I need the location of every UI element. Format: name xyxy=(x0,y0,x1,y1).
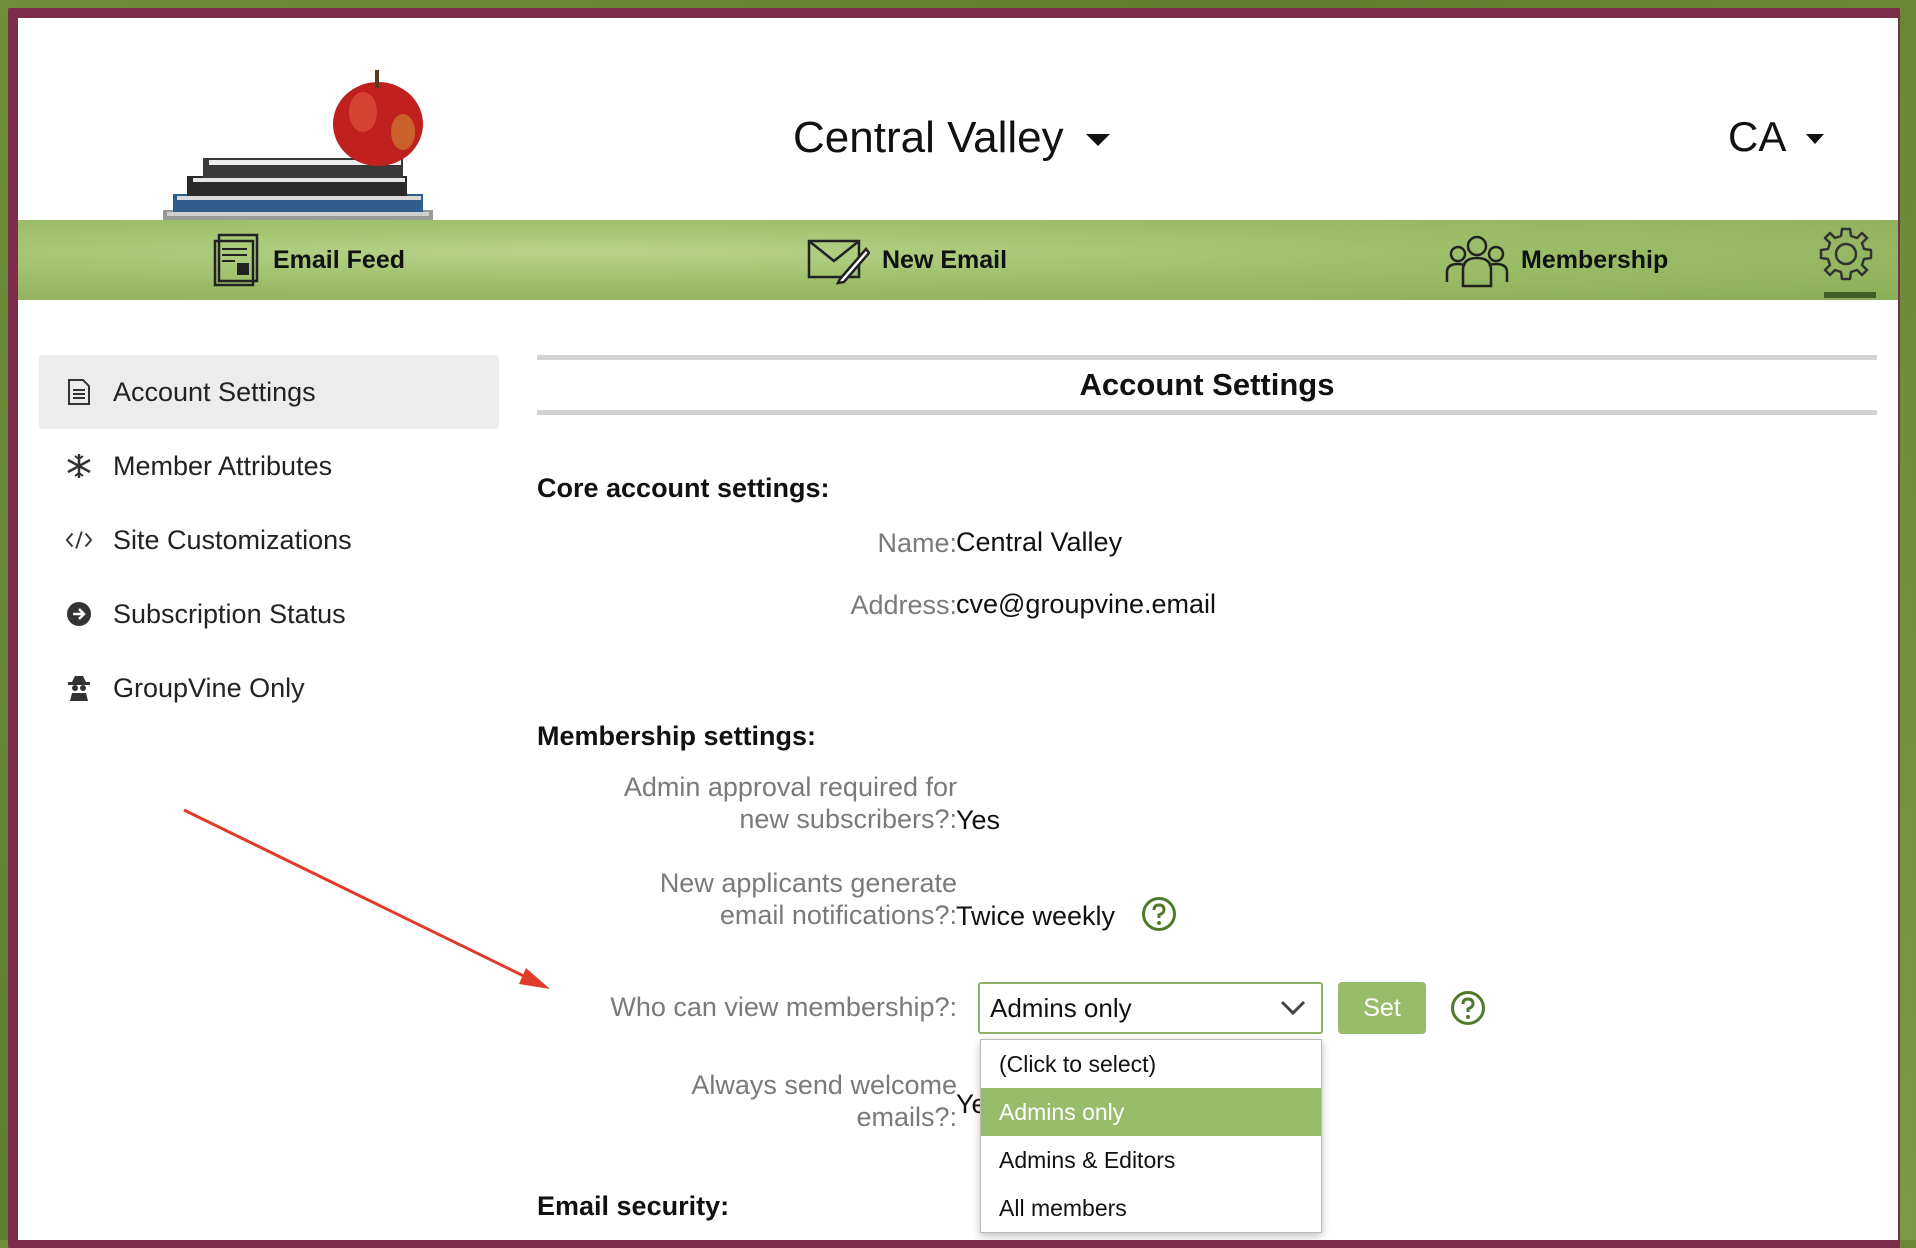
sidebar-item-label: Site Customizations xyxy=(113,524,352,555)
sidebar-item-label: GroupVine Only xyxy=(113,672,305,703)
sidebar-item-label: Subscription Status xyxy=(113,598,346,629)
user-initials: CA xyxy=(1728,113,1787,160)
welcome-label-line-1: Always send welcome xyxy=(691,1070,957,1100)
main-content: Account Settings Core account settings: … xyxy=(537,355,1877,1233)
envelope-pen-icon xyxy=(807,239,870,285)
approval-label: Admin approval required for new subscrib… xyxy=(624,771,957,835)
dropdown-option[interactable]: (Click to select) xyxy=(981,1040,1321,1088)
approval-value: Yes xyxy=(956,805,1001,835)
nav-label: New Email xyxy=(882,245,1008,274)
set-button[interactable]: Set xyxy=(1338,982,1426,1034)
view-membership-select[interactable]: Admins only xyxy=(978,982,1323,1034)
sidebar-item-member-attributes[interactable]: Member Attributes xyxy=(39,429,499,503)
sidebar-item-label: Account Settings xyxy=(113,376,316,407)
settings-button[interactable] xyxy=(1818,226,1874,300)
chevron-down-icon xyxy=(1806,134,1825,144)
name-value: Central Valley xyxy=(956,527,1123,557)
welcome-label: Always send welcome emails?: xyxy=(691,1069,957,1133)
nav-label: Email Feed xyxy=(273,245,405,274)
name-label: Name: xyxy=(877,528,957,558)
sidebar-item-label: Member Attributes xyxy=(113,450,333,481)
spy-icon xyxy=(65,674,93,702)
email-security-heading: Email security: xyxy=(537,1191,730,1221)
core-settings-heading: Core account settings: xyxy=(537,473,830,503)
page-title: Account Settings xyxy=(537,355,1877,415)
sidebar: Account Settings Member Attributes Site … xyxy=(39,355,499,725)
dropdown-option[interactable]: All members xyxy=(981,1184,1321,1232)
snowflake-icon xyxy=(65,452,93,480)
address-label: Address: xyxy=(850,590,957,620)
nav-new-email[interactable]: New Email xyxy=(806,230,1007,290)
email-feed-icon xyxy=(213,233,259,287)
dropdown-option[interactable]: Admins & Editors xyxy=(981,1136,1321,1184)
nav-email-feed[interactable]: Email Feed xyxy=(213,230,405,290)
gear-icon xyxy=(1819,227,1873,281)
document-icon xyxy=(65,378,93,406)
select-value: Admins only xyxy=(990,992,1132,1023)
main-navbar: Email Feed New Email Membership xyxy=(18,220,1898,300)
nav-membership[interactable]: Membership xyxy=(1445,230,1668,290)
approval-label-line-1: Admin approval required for xyxy=(623,772,957,802)
code-icon xyxy=(65,526,93,554)
membership-settings-heading: Membership settings: xyxy=(537,721,817,751)
active-tab-indicator xyxy=(1824,292,1876,298)
sidebar-item-site-customizations[interactable]: Site Customizations xyxy=(39,503,499,577)
sidebar-item-account-settings[interactable]: Account Settings xyxy=(39,355,499,429)
page-title-text: Account Settings xyxy=(1079,367,1335,402)
logo-books-apple xyxy=(163,70,433,230)
sidebar-item-groupvine-only[interactable]: GroupVine Only xyxy=(39,651,499,725)
nav-label: Membership xyxy=(1521,245,1669,274)
help-icon[interactable] xyxy=(1450,990,1486,1026)
notify-label-line-1: New applicants generate xyxy=(659,868,957,898)
address-value: cve@groupvine.email xyxy=(956,589,1217,619)
view-membership-dropdown: (Click to select) Admins only Admins & E… xyxy=(980,1039,1322,1233)
notify-label: New applicants generate email notificati… xyxy=(660,867,957,931)
chevron-down-icon xyxy=(1280,1000,1306,1016)
notify-label-line-2: email notifications?: xyxy=(719,900,957,930)
dropdown-option-selected[interactable]: Admins only xyxy=(981,1088,1321,1136)
site-name: Central Valley xyxy=(793,113,1064,162)
help-icon[interactable] xyxy=(1141,896,1177,932)
people-icon xyxy=(1445,235,1509,288)
user-menu[interactable]: CA xyxy=(1728,113,1825,161)
view-label: Who can view membership?: xyxy=(610,992,957,1022)
welcome-label-line-2: emails?: xyxy=(856,1102,957,1132)
page: Central Valley CA Email Feed New Email M… xyxy=(18,18,1898,1240)
site-selector[interactable]: Central Valley xyxy=(793,113,1110,163)
chevron-down-icon xyxy=(1085,134,1110,146)
arrow-circle-icon xyxy=(65,600,93,628)
approval-label-line-2: new subscribers?: xyxy=(739,804,957,834)
notify-value: Twice weekly xyxy=(956,901,1116,931)
sidebar-item-subscription-status[interactable]: Subscription Status xyxy=(39,577,499,651)
